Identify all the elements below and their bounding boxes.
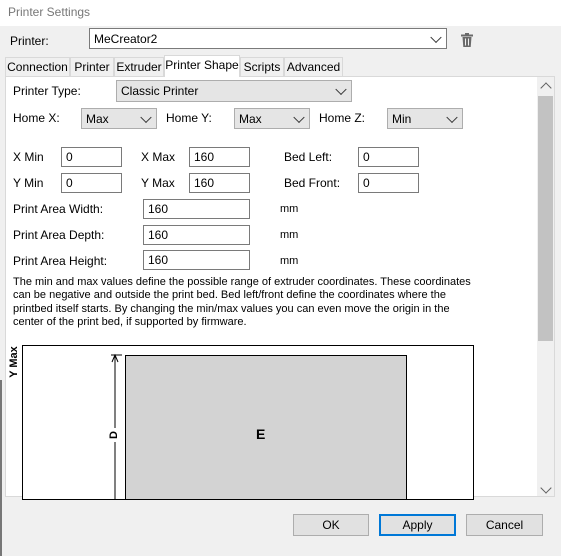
bed-left-label: Bed Left: xyxy=(284,150,333,164)
y-max-input[interactable]: 160 xyxy=(189,173,250,193)
home-y-label: Home Y: xyxy=(166,111,212,125)
printer-label: Printer: xyxy=(10,34,49,48)
bed-front-input[interactable]: 0 xyxy=(358,173,419,193)
chevron-down-icon xyxy=(140,111,152,123)
trash-icon[interactable] xyxy=(461,33,473,47)
depth-dimension-label: D xyxy=(107,428,121,442)
home-x-label: Home X: xyxy=(13,111,60,125)
area-depth-label: Print Area Depth: xyxy=(13,228,105,242)
y-max-axis-label: Y Max xyxy=(8,346,20,378)
area-width-unit: mm xyxy=(280,203,299,215)
printer-shape-diagram: E D xyxy=(22,345,474,500)
tab-label: Printer xyxy=(74,60,110,74)
window-edge xyxy=(0,380,2,556)
area-width-label: Print Area Width: xyxy=(13,202,104,216)
tab-extruder[interactable]: Extruder xyxy=(114,57,164,76)
area-depth-input[interactable]: 160 xyxy=(143,225,250,245)
home-x-select[interactable]: Max xyxy=(81,108,157,129)
chevron-down-icon xyxy=(446,111,458,123)
bed-front-label: Bed Front: xyxy=(284,176,341,190)
x-max-label: X Max xyxy=(141,150,176,164)
tab-label: Connection xyxy=(7,60,68,74)
chevron-down-icon xyxy=(430,31,442,43)
area-depth-unit: mm xyxy=(280,229,299,241)
printer-select-value: MeCreator2 xyxy=(94,31,158,46)
tab-advanced[interactable]: Advanced xyxy=(284,57,343,76)
area-width-input[interactable]: 160 xyxy=(143,199,250,219)
x-max-input[interactable]: 160 xyxy=(189,147,250,167)
printer-select[interactable]: MeCreator2 xyxy=(89,28,447,49)
home-y-value: Max xyxy=(239,111,262,126)
tab-label: Advanced xyxy=(286,60,341,74)
y-max-label: Y Max xyxy=(141,176,175,190)
chevron-down-icon xyxy=(335,83,347,96)
area-height-input[interactable]: 160 xyxy=(143,250,250,270)
tab-printer-shape[interactable]: Printer Shape xyxy=(164,55,240,77)
home-x-value: Max xyxy=(86,111,109,126)
chevron-down-icon xyxy=(293,111,305,123)
tab-label: Printer Shape xyxy=(165,58,239,72)
area-height-unit: mm xyxy=(280,255,299,267)
printer-type-label: Printer Type: xyxy=(13,84,81,98)
home-y-select[interactable]: Max xyxy=(234,108,310,129)
cancel-button[interactable]: Cancel xyxy=(466,514,543,536)
printer-type-select[interactable]: Classic Printer xyxy=(116,80,352,102)
scrollbar-thumb[interactable] xyxy=(538,96,553,341)
shape-description: The min and max values define the possib… xyxy=(13,276,471,329)
x-min-input[interactable]: 0 xyxy=(61,147,122,167)
home-z-value: Min xyxy=(392,111,412,126)
x-min-label: X Min xyxy=(13,150,44,164)
bed-left-input[interactable]: 0 xyxy=(358,147,419,167)
home-z-label: Home Z: xyxy=(319,111,366,125)
tab-label: Scripts xyxy=(243,60,281,74)
printer-type-value: Classic Printer xyxy=(121,84,199,98)
y-min-input[interactable]: 0 xyxy=(61,173,122,193)
tab-connection[interactable]: Connection xyxy=(5,57,70,76)
y-min-label: Y Min xyxy=(13,176,44,190)
ok-button[interactable]: OK xyxy=(293,514,369,536)
window-title: Printer Settings xyxy=(8,5,91,19)
tab-printer[interactable]: Printer xyxy=(70,57,114,76)
tab-scripts[interactable]: Scripts xyxy=(240,57,284,76)
tab-label: Extruder xyxy=(116,60,162,74)
print-bed xyxy=(125,355,407,499)
home-z-select[interactable]: Min xyxy=(387,108,463,129)
bed-label: E xyxy=(256,426,266,442)
title-bar: Printer Settings xyxy=(0,0,561,26)
area-height-label: Print Area Height: xyxy=(13,254,108,268)
apply-button[interactable]: Apply xyxy=(379,514,456,536)
